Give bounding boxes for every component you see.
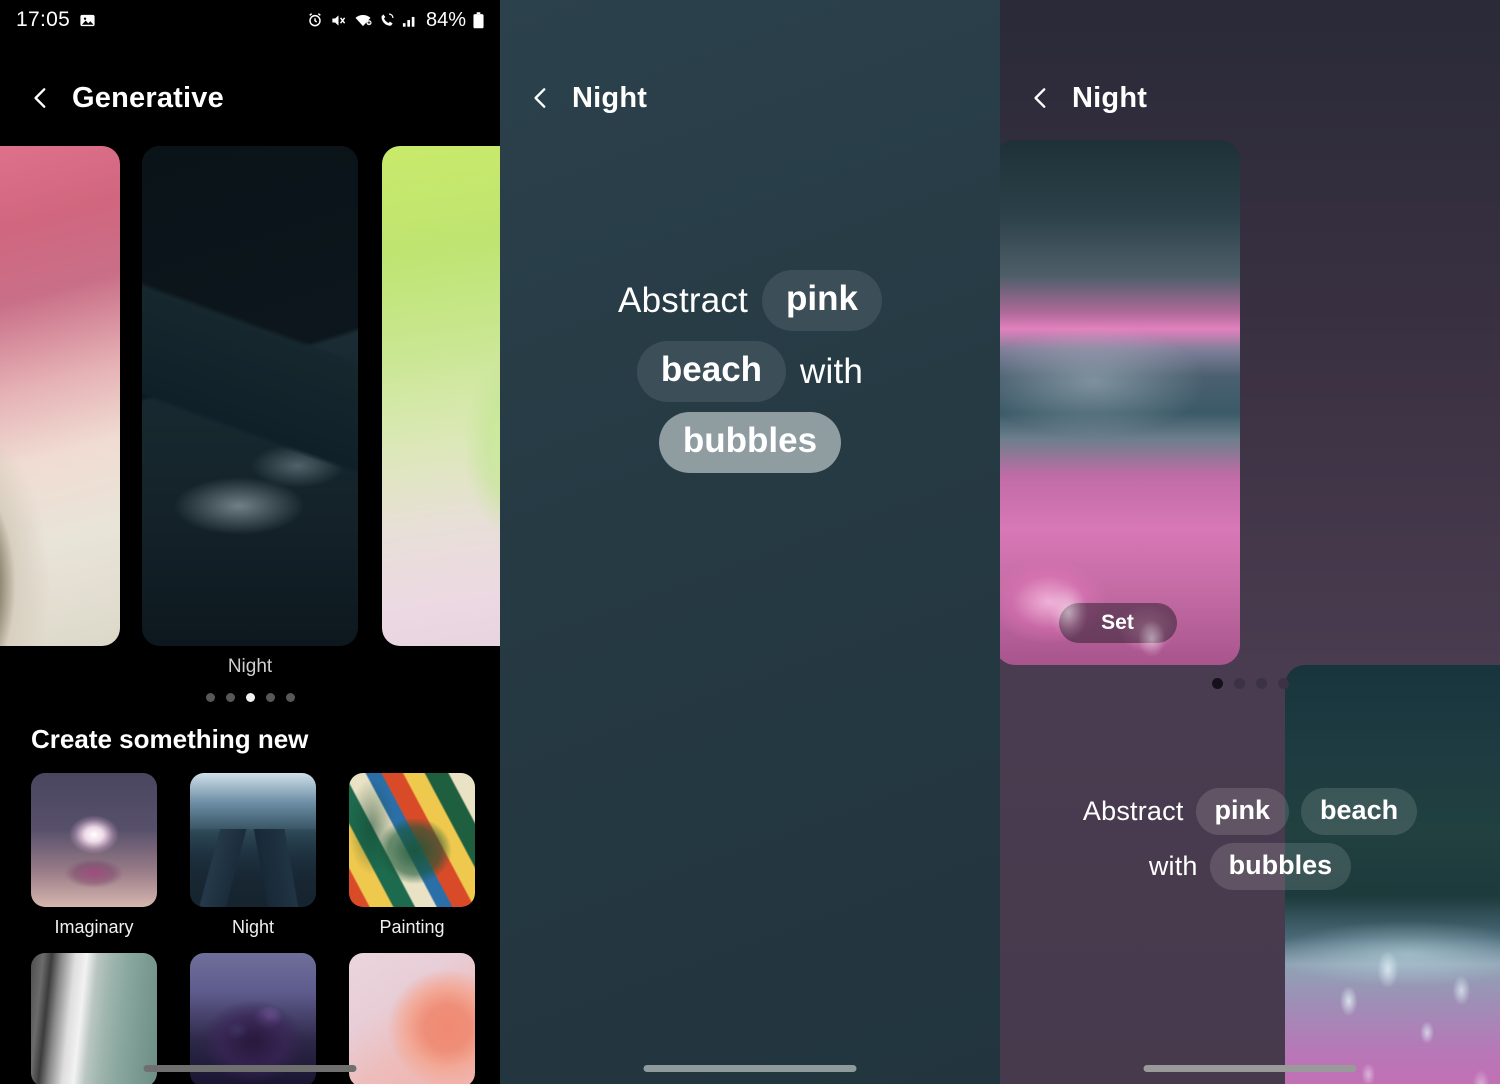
panel-prompt-editor: Night Abstract pink beach with bubbles f… <box>500 0 1000 1084</box>
page-dot-active[interactable] <box>1211 678 1223 689</box>
prompt-word: Abstract <box>1082 796 1184 826</box>
page-dot[interactable] <box>1233 678 1245 689</box>
result-carousel[interactable]: Set Set <box>1000 140 1500 1084</box>
page-dot[interactable] <box>265 693 275 702</box>
carousel-item-previous[interactable] <box>0 146 120 646</box>
alarm-icon <box>307 12 323 28</box>
prompt-word: Abstract <box>618 280 749 320</box>
signal-icon <box>402 13 418 28</box>
result-page-dots[interactable] <box>1000 678 1500 689</box>
battery-percent: 84% <box>425 8 466 31</box>
terrain-thumbnail[interactable] <box>31 953 157 1084</box>
thumbnail-label: Imaginary <box>54 917 134 937</box>
carousel-item-active[interactable] <box>142 146 358 646</box>
page-dot[interactable] <box>1255 678 1267 689</box>
page-title: Night <box>572 81 648 114</box>
flower-thumbnail[interactable] <box>349 953 475 1084</box>
page-title: Generative <box>72 81 224 114</box>
prompt-sentence: Abstract pink beach with bubbles <box>1000 788 1500 890</box>
status-bar-right: 84% <box>307 9 484 32</box>
prompt-chip-beach[interactable]: beach <box>636 341 787 402</box>
page-dot[interactable] <box>1277 678 1289 689</box>
create-item-flower[interactable] <box>349 953 475 1084</box>
page-dot-active[interactable] <box>245 693 255 702</box>
status-bar: 17:05 84% <box>0 0 500 40</box>
home-indicator[interactable] <box>643 1065 857 1072</box>
prompt-chip-pink[interactable]: pink <box>762 270 882 331</box>
header-night-editor: Night <box>500 62 1000 134</box>
prompt-chip-bubbles-active[interactable]: bubbles <box>658 412 842 473</box>
page-dot[interactable] <box>285 693 295 702</box>
mute-icon <box>330 13 347 28</box>
create-thumbnail-row-1: Imaginary Night Painting <box>31 773 475 938</box>
battery-icon <box>473 11 484 29</box>
page-title: Night <box>1072 81 1148 114</box>
back-icon[interactable] <box>1028 85 1054 111</box>
prompt-word: with <box>1148 851 1198 881</box>
carousel-label: Night <box>227 656 273 677</box>
prompt-chip-bubbles[interactable]: bubbles <box>1209 843 1352 890</box>
home-indicator[interactable] <box>143 1065 357 1072</box>
prompt-word: with <box>800 351 864 391</box>
home-indicator[interactable] <box>1143 1065 1357 1072</box>
panel-results: Night Set Set Abstract pink beach with b… <box>1000 0 1500 1084</box>
back-icon[interactable] <box>28 85 54 111</box>
thumbnail-label: Night <box>231 917 275 937</box>
prompt-sentence: Abstract pink beach with bubbles <box>500 270 1000 473</box>
carousel-page-dots[interactable] <box>0 693 500 702</box>
header-generative: Generative <box>0 62 500 134</box>
create-item-painting[interactable]: Painting <box>349 773 475 938</box>
wallpaper-carousel[interactable] <box>0 146 500 646</box>
create-item-night[interactable]: Night <box>190 773 316 938</box>
thumbnail-label: Painting <box>379 917 445 937</box>
create-item-imaginary[interactable]: Imaginary <box>31 773 157 938</box>
call-icon <box>379 12 395 28</box>
back-icon[interactable] <box>528 85 554 111</box>
result-wallpaper-1[interactable]: Set <box>1000 140 1240 665</box>
page-dot[interactable] <box>205 693 215 702</box>
painting-thumbnail[interactable] <box>349 773 475 907</box>
header-night-results: Night <box>1000 62 1500 134</box>
imaginary-thumbnail[interactable] <box>31 773 157 907</box>
carousel-item-next[interactable] <box>382 146 500 646</box>
create-section-title: Create something new <box>31 724 309 754</box>
night-thumbnail[interactable] <box>190 773 316 907</box>
set-wallpaper-button[interactable]: Set <box>1058 603 1177 643</box>
prompt-chip-beach[interactable]: beach <box>1301 788 1418 835</box>
three-panel-screenshot: 17:05 84% Generative Night Create someth… <box>0 0 1500 1084</box>
image-icon <box>79 12 96 29</box>
prompt-chip-pink[interactable]: pink <box>1195 788 1290 835</box>
status-bar-left: 17:05 <box>16 8 96 32</box>
panel-generative-home: 17:05 84% Generative Night Create someth… <box>0 0 500 1084</box>
wifi-icon <box>354 13 372 28</box>
create-item-terrain[interactable] <box>31 953 157 1084</box>
status-clock: 17:05 <box>16 8 71 31</box>
page-dot[interactable] <box>225 693 235 702</box>
